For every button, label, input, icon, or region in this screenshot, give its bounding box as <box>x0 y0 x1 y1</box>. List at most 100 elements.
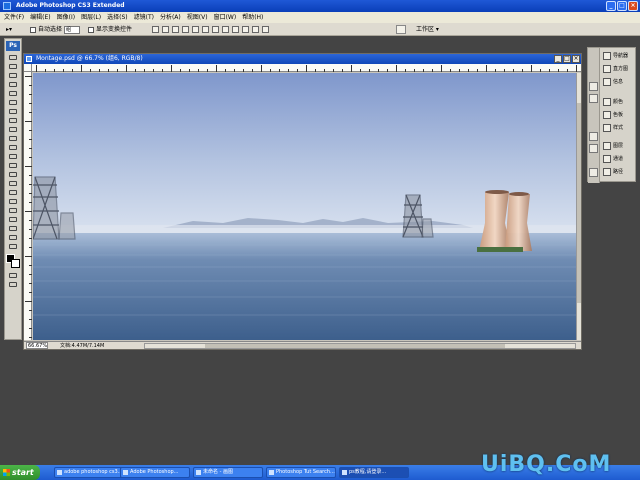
menu-help[interactable]: 帮助(H) <box>242 12 263 23</box>
auto-select-checkbox[interactable] <box>30 26 36 33</box>
notes-tool[interactable] <box>6 215 20 224</box>
panel-item[interactable]: 图层 <box>589 140 636 152</box>
ps-logo[interactable]: Ps <box>6 41 20 51</box>
distribute-hcenter-button[interactable] <box>252 26 259 33</box>
crop-tool[interactable] <box>6 89 20 98</box>
menu-layer[interactable]: 图层(L) <box>81 12 101 23</box>
move-tool-preset[interactable]: ▸▾ <box>6 23 12 36</box>
pen-tool[interactable] <box>6 179 20 188</box>
panel-item[interactable]: 导航器 <box>589 50 636 62</box>
lasso-tool[interactable] <box>6 71 20 80</box>
align-bottom-button[interactable] <box>172 26 179 33</box>
blur-tool[interactable] <box>6 161 20 170</box>
doc-close-button[interactable]: × <box>572 55 580 63</box>
eyedropper-tool[interactable] <box>6 224 20 233</box>
taskbar-task[interactable]: ps教程,请登录... <box>339 467 409 478</box>
show-transform-checkbox[interactable] <box>88 26 94 33</box>
quick-mask-button[interactable] <box>6 271 20 280</box>
start-button[interactable]: start <box>0 465 40 480</box>
doc-minimize-button[interactable]: _ <box>554 55 562 63</box>
bridge-button[interactable] <box>396 25 406 34</box>
distribute-bottom-button[interactable] <box>232 26 239 33</box>
taskbar-task[interactable]: Adobe Photoshop... <box>120 467 190 478</box>
taskbar-task[interactable]: 未命名 - 画图 <box>193 467 263 478</box>
ruler-tick <box>25 211 32 212</box>
doc-maximize-button[interactable]: □ <box>563 55 571 63</box>
panel-item[interactable]: 信息 <box>589 76 636 88</box>
vertical-scrollbar[interactable] <box>576 73 581 340</box>
hand-tool[interactable] <box>6 233 20 242</box>
menu-analysis[interactable]: 分析(A) <box>160 12 181 23</box>
align-top-button[interactable] <box>152 26 159 33</box>
gradient-tool[interactable] <box>6 152 20 161</box>
brush-tool[interactable] <box>6 116 20 125</box>
horizontal-scroll-thumb[interactable] <box>205 344 505 348</box>
type-tool[interactable] <box>6 188 20 197</box>
document-title-bar[interactable]: Montage.psd @ 66.7% (组6, RGB/8) _ □ × <box>24 54 581 64</box>
menu-view[interactable]: 视图(V) <box>187 12 208 23</box>
ruler-tick <box>29 139 32 140</box>
taskbar-task[interactable]: Photoshop Tut Search... <box>266 467 336 478</box>
distribute-vcenter-button[interactable] <box>222 26 229 33</box>
ruler-tick <box>261 65 262 72</box>
menu-file[interactable]: 文件(F) <box>4 12 24 23</box>
path-select-tool[interactable] <box>6 197 20 206</box>
distribute-right-button[interactable] <box>262 26 269 33</box>
document-window[interactable]: Montage.psd @ 66.7% (组6, RGB/8) _ □ × 66… <box>23 53 582 350</box>
screen-mode-button[interactable] <box>6 280 20 289</box>
maximize-button[interactable]: □ <box>617 1 627 11</box>
panel-item[interactable]: 色板 <box>589 109 636 121</box>
horizontal-ruler[interactable] <box>32 64 581 72</box>
canvas[interactable] <box>33 73 577 340</box>
panel-item[interactable]: 路径 <box>589 166 636 178</box>
distribute-top-button[interactable] <box>212 26 219 33</box>
panel-item[interactable]: 通道 <box>589 153 636 165</box>
align-left-button[interactable] <box>182 26 189 33</box>
task-app-icon <box>342 470 347 475</box>
auto-select-option[interactable]: 自动选择 组 <box>30 23 80 36</box>
zoom-tool[interactable] <box>6 242 20 251</box>
slice-tool[interactable] <box>6 98 20 107</box>
menu-window[interactable]: 窗口(W) <box>214 12 237 23</box>
move-tool[interactable] <box>6 53 20 62</box>
document-info[interactable]: 文档:4.47M/7.14M <box>60 342 104 350</box>
history-brush-tool[interactable] <box>6 134 20 143</box>
auto-select-dropdown[interactable]: 组 <box>63 25 80 34</box>
close-button[interactable]: × <box>628 1 638 11</box>
vertical-scroll-thumb[interactable] <box>577 103 581 303</box>
color-icon <box>603 98 611 106</box>
shape-tool[interactable] <box>6 206 20 215</box>
menu-select[interactable]: 选择(S) <box>107 12 128 23</box>
show-transform-option[interactable]: 显示变换控件 <box>88 23 132 36</box>
workspace-menu[interactable]: 工作区 ▾ <box>416 23 439 36</box>
background-color[interactable] <box>11 259 20 268</box>
menu-image[interactable]: 图像(I) <box>57 12 75 23</box>
healing-tool[interactable] <box>6 107 20 116</box>
align-right-button[interactable] <box>202 26 209 33</box>
marquee-tool[interactable] <box>6 62 20 71</box>
minimize-button[interactable]: _ <box>606 1 616 11</box>
eraser-tool[interactable] <box>6 143 20 152</box>
dodge-tool[interactable] <box>6 170 20 179</box>
panel-item[interactable]: 直方图 <box>589 63 636 75</box>
ruler-tick <box>29 229 32 230</box>
panel-item[interactable]: 样式 <box>589 122 636 134</box>
brush-icon <box>9 118 17 123</box>
horizontal-scrollbar[interactable] <box>144 343 576 349</box>
ruler-tick <box>29 184 32 185</box>
distribute-left-button[interactable] <box>242 26 249 33</box>
ruler-tick <box>387 69 388 72</box>
ruler-origin[interactable] <box>24 64 32 72</box>
panel-item[interactable]: 颜色 <box>589 96 636 108</box>
vertical-ruler[interactable] <box>24 72 32 340</box>
color-swatches[interactable] <box>6 254 20 268</box>
menu-filter[interactable]: 滤镜(T) <box>134 12 154 23</box>
align-hcenter-button[interactable] <box>192 26 199 33</box>
stamp-tool[interactable] <box>6 125 20 134</box>
zoom-field[interactable]: 66.67% <box>26 342 48 349</box>
quick-select-tool[interactable] <box>6 80 20 89</box>
align-vcenter-button[interactable] <box>162 26 169 33</box>
ruler-tick <box>333 69 334 72</box>
menu-edit[interactable]: 编辑(E) <box>30 12 50 23</box>
taskbar-task[interactable]: adobe photoshop cs3... <box>54 467 124 478</box>
